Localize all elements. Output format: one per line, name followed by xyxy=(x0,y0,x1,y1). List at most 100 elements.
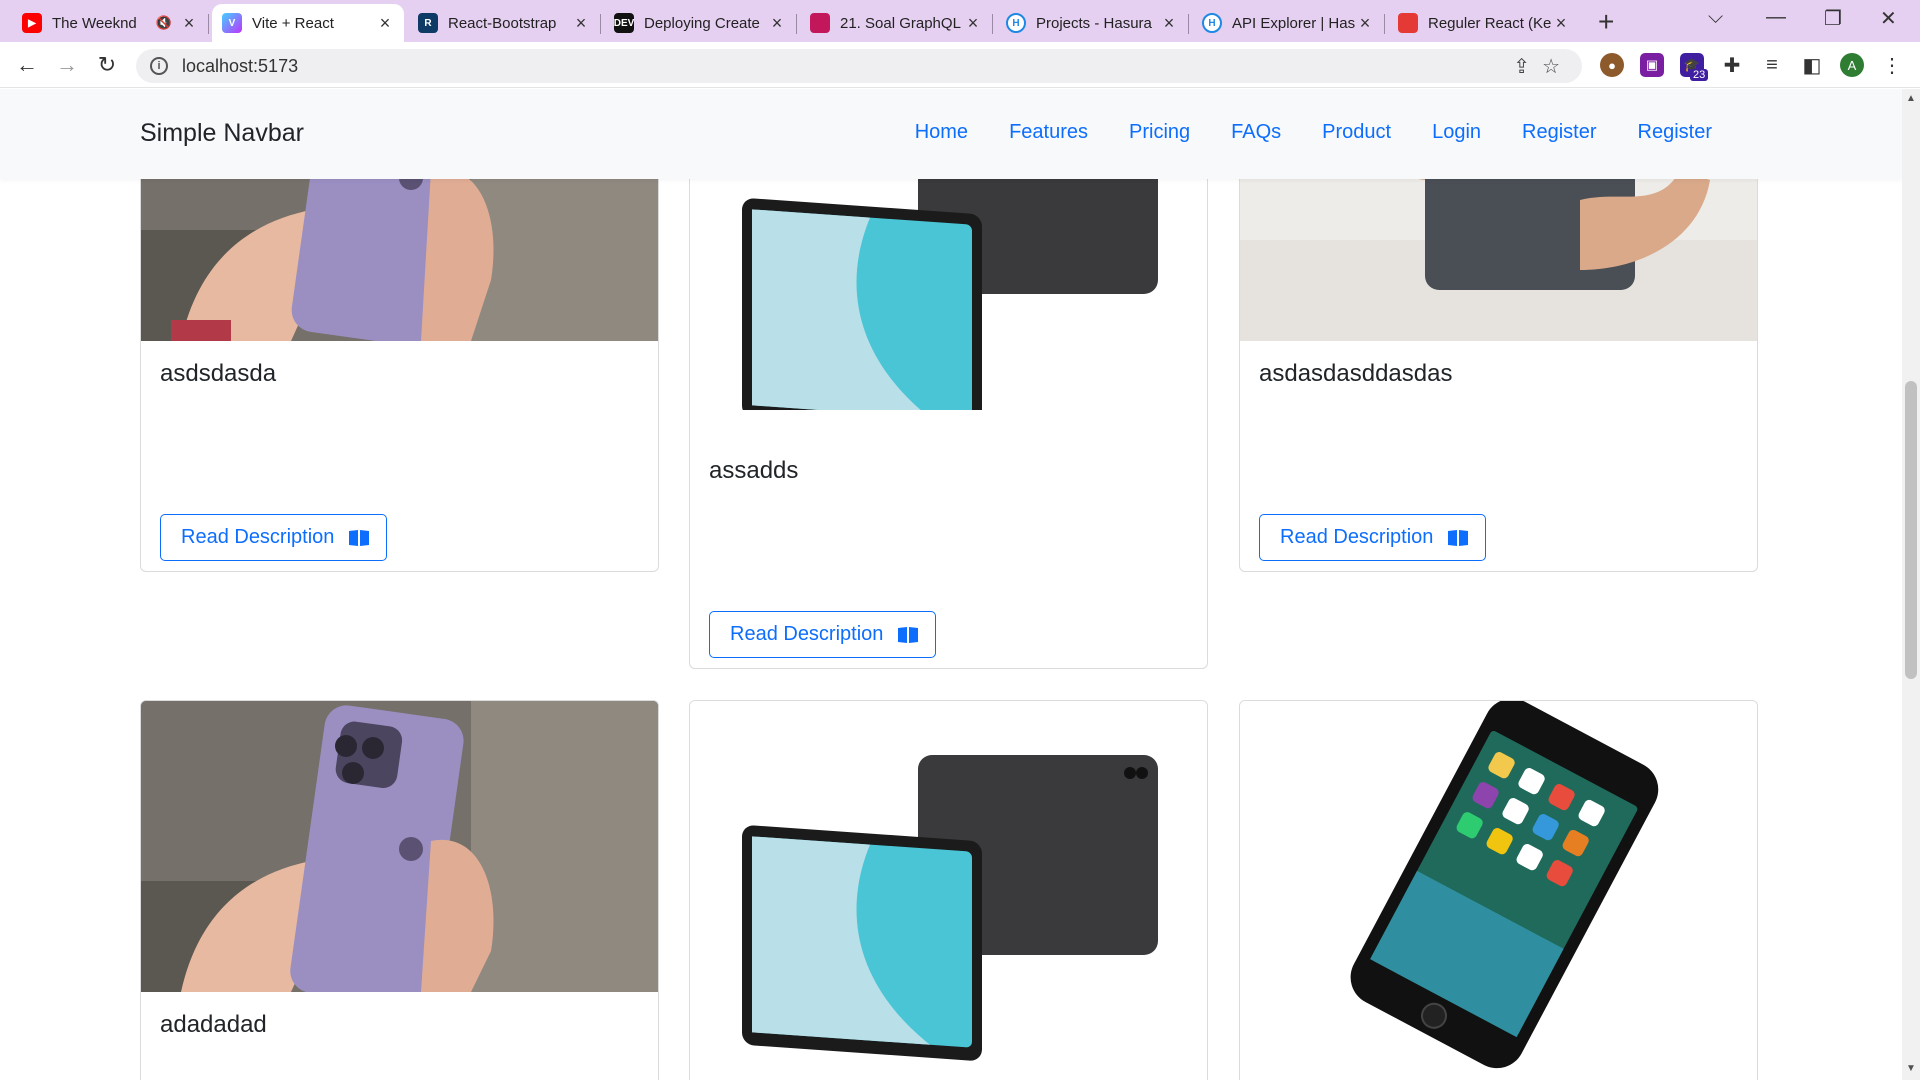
tab-projects-hasura[interactable]: H Projects - Hasura × xyxy=(996,4,1189,42)
close-tab-icon[interactable]: × xyxy=(1160,13,1178,34)
tab-search-chevron-icon[interactable]: ⌵ xyxy=(1708,6,1723,29)
extension-purple-icon[interactable]: ▣ xyxy=(1640,53,1664,77)
tab-reguler-react[interactable]: Reguler React (Ke × xyxy=(1388,4,1580,42)
tab-divider xyxy=(1384,14,1385,34)
restore-icon[interactable]: ❐ xyxy=(1824,6,1842,31)
product-title: assadds xyxy=(709,457,799,484)
product-image-black-iphone xyxy=(1240,701,1757,1080)
tab-the-weeknd[interactable]: ▶ The Weeknd 🔇 × xyxy=(12,4,209,42)
new-tab-icon[interactable]: + xyxy=(1598,6,1614,38)
button-label: Read Description xyxy=(730,623,884,645)
product-card: adadadad xyxy=(140,700,659,1080)
url-text: localhost:5173 xyxy=(182,55,299,76)
hasura-icon: H xyxy=(1006,13,1026,33)
tie-icon xyxy=(1398,13,1418,33)
book-red-icon xyxy=(810,13,830,33)
read-description-button[interactable]: Read Description xyxy=(160,514,387,561)
page-scrollbar[interactable]: ▲ ▼ xyxy=(1902,89,1920,1080)
tab-title: Projects - Hasura xyxy=(1036,14,1152,32)
address-bar[interactable]: i localhost:5173 ⇪ ☆ xyxy=(136,49,1582,83)
button-label: Read Description xyxy=(1280,526,1434,548)
product-card xyxy=(689,700,1208,1080)
browser-toolbar: ← → ↻ i localhost:5173 ⇪ ☆ ● ▣ 🎓 23 ✚ ≡ … xyxy=(0,42,1920,88)
close-tab-icon[interactable]: × xyxy=(1552,13,1570,34)
close-window-icon[interactable]: ✕ xyxy=(1880,6,1897,31)
product-title: asdasdasddasdas xyxy=(1259,360,1453,387)
nav-link-login[interactable]: Login xyxy=(1432,121,1481,144)
tab-title: Reguler React (Ke xyxy=(1428,14,1552,32)
bookmark-star-icon[interactable]: ☆ xyxy=(1542,54,1560,79)
scroll-up-arrow-icon[interactable]: ▲ xyxy=(1906,93,1916,104)
nav-link-register-2[interactable]: Register xyxy=(1638,121,1712,144)
nav-link-features[interactable]: Features xyxy=(1009,121,1088,144)
tab-divider xyxy=(208,14,209,34)
nav-link-faqs[interactable]: FAQs xyxy=(1231,121,1281,144)
share-icon[interactable]: ⇪ xyxy=(1513,54,1530,79)
tab-title: The Weeknd xyxy=(52,14,137,32)
nav-link-pricing[interactable]: Pricing xyxy=(1129,121,1190,144)
extension-badge: 23 xyxy=(1690,69,1709,81)
tab-deploying-create[interactable]: DEV Deploying Create × xyxy=(604,4,797,42)
minimize-icon[interactable]: — xyxy=(1766,6,1786,29)
read-description-button[interactable]: Read Description xyxy=(1259,514,1486,561)
product-image-purple-iphone xyxy=(141,701,658,992)
read-description-button[interactable]: Read Description xyxy=(709,611,936,658)
close-tab-icon[interactable]: × xyxy=(180,13,198,34)
tab-react-bootstrap[interactable]: R React-Bootstrap × xyxy=(408,4,601,42)
book-icon xyxy=(349,529,370,546)
tab-title: Deploying Create xyxy=(644,14,760,32)
navbar-brand[interactable]: Simple Navbar xyxy=(140,119,304,148)
cookie-extension-icon[interactable]: ● xyxy=(1600,53,1624,77)
browser-tab-strip: ▶ The Weeknd 🔇 × V Vite + React × R Reac… xyxy=(0,0,1920,42)
side-panel-icon[interactable]: ◧ xyxy=(1800,53,1824,77)
tablet-photo xyxy=(742,755,1158,1061)
page-viewport: Simple Navbar Home Features Pricing FAQs… xyxy=(0,89,1902,1080)
hasura-icon: H xyxy=(1202,13,1222,33)
book-icon xyxy=(1448,529,1469,546)
book-icon xyxy=(898,626,919,643)
product-card xyxy=(1239,700,1758,1080)
back-arrow-icon[interactable]: ← xyxy=(12,50,42,80)
dev-icon: DEV xyxy=(614,13,634,33)
product-image-tablet xyxy=(690,701,1207,1061)
scroll-down-arrow-icon[interactable]: ▼ xyxy=(1906,1063,1916,1074)
tab-divider xyxy=(796,14,797,34)
vite-icon: V xyxy=(222,13,242,33)
forward-arrow-icon[interactable]: → xyxy=(52,50,82,80)
tab-title: Vite + React xyxy=(252,14,334,32)
tab-title: React-Bootstrap xyxy=(448,14,557,32)
extensions-puzzle-icon[interactable]: ✚ xyxy=(1720,53,1744,77)
site-info-icon[interactable]: i xyxy=(150,57,168,75)
tab-divider xyxy=(1188,14,1189,34)
tab-divider xyxy=(600,14,601,34)
reload-icon[interactable]: ↻ xyxy=(92,50,122,80)
nav-link-product[interactable]: Product xyxy=(1322,121,1391,144)
profile-avatar[interactable]: A xyxy=(1840,53,1864,77)
site-navbar: Simple Navbar Home Features Pricing FAQs… xyxy=(0,89,1902,179)
youtube-icon: ▶ xyxy=(22,13,42,33)
tab-api-explorer[interactable]: H API Explorer | Has × xyxy=(1192,4,1385,42)
product-title: adadadad xyxy=(160,1011,267,1038)
button-label: Read Description xyxy=(181,526,335,548)
iphone-black-photo xyxy=(1350,701,1659,1069)
navbar-links: Home Features Pricing FAQs Product Login… xyxy=(915,121,1712,144)
close-tab-icon[interactable]: × xyxy=(964,13,982,34)
tab-title: 21. Soal GraphQL xyxy=(840,14,961,32)
purple-iphone-photo xyxy=(141,701,658,992)
tab-soal-graphql[interactable]: 21. Soal GraphQL × xyxy=(800,4,993,42)
product-title: asdsdasda xyxy=(160,360,277,387)
tab-title: API Explorer | Has xyxy=(1232,14,1356,32)
media-queue-icon[interactable]: ≡ xyxy=(1760,53,1784,77)
react-bootstrap-icon: R xyxy=(418,13,438,33)
close-tab-icon[interactable]: × xyxy=(768,13,786,34)
nav-link-register[interactable]: Register xyxy=(1522,121,1596,144)
speaker-mute-icon[interactable]: 🔇 xyxy=(156,15,172,31)
nav-link-home[interactable]: Home xyxy=(915,121,968,144)
close-tab-icon[interactable]: × xyxy=(572,13,590,34)
close-tab-icon[interactable]: × xyxy=(376,13,394,34)
close-tab-icon[interactable]: × xyxy=(1356,13,1374,34)
scrollbar-thumb[interactable] xyxy=(1905,381,1917,679)
menu-kebab-icon[interactable]: ⋮ xyxy=(1880,53,1904,77)
tab-vite-react[interactable]: V Vite + React × xyxy=(212,4,404,42)
tab-divider xyxy=(992,14,993,34)
